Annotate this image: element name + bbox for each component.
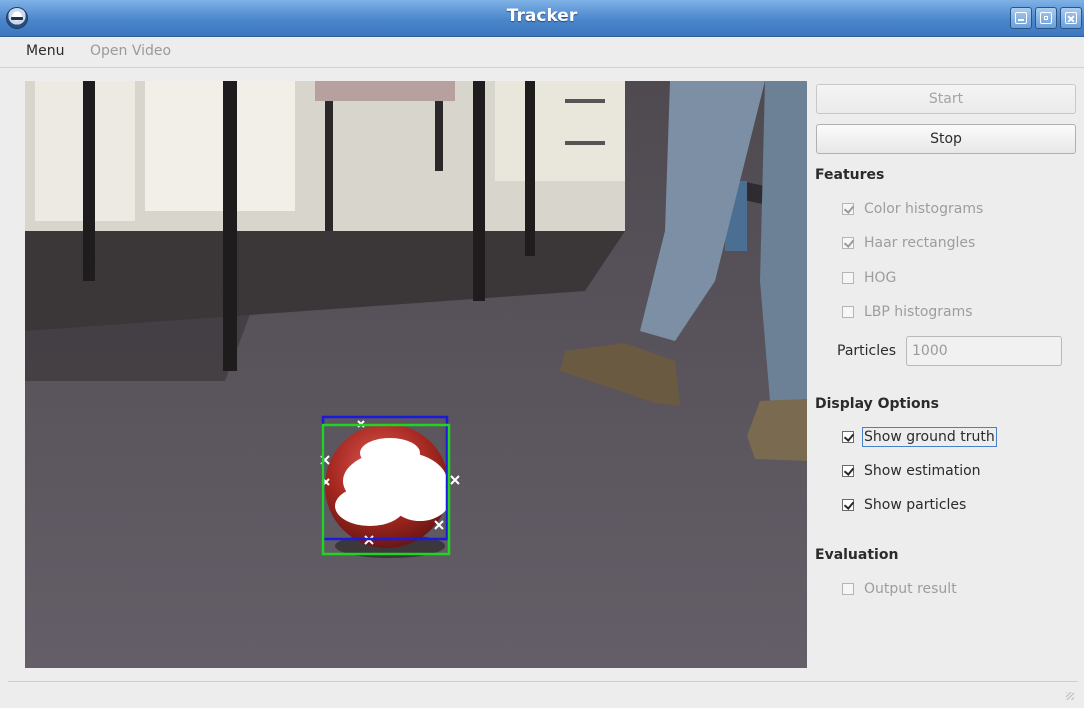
checkbox-label: Output result	[864, 581, 957, 597]
checkbox-checked-icon	[842, 465, 854, 477]
features-heading: Features	[815, 167, 885, 183]
status-bar	[8, 681, 1078, 704]
maximize-icon[interactable]	[1035, 7, 1057, 29]
start-button[interactable]: Start	[816, 84, 1076, 114]
hog-checkbox[interactable]: HOG	[842, 268, 896, 288]
lbp-histograms-checkbox[interactable]: LBP histograms	[842, 302, 973, 322]
window-title: Tracker	[506, 6, 578, 26]
checkbox-label: HOG	[864, 270, 897, 286]
checkbox-label: Color histograms	[864, 201, 984, 217]
menu-open-video[interactable]: Open Video	[90, 43, 171, 59]
haar-rectangles-checkbox[interactable]: Haar rectangles	[842, 233, 975, 253]
output-result-checkbox[interactable]: Output result	[842, 579, 957, 599]
particles-label: Particles	[837, 343, 897, 359]
checkbox-checked-icon	[842, 203, 854, 215]
color-histograms-checkbox[interactable]: Color histograms	[842, 199, 983, 219]
checkbox-checked-icon	[842, 431, 854, 443]
checkbox-checked-icon	[842, 499, 854, 511]
checkbox-label: Haar rectangles	[864, 235, 976, 251]
checkbox-label: LBP histograms	[864, 304, 973, 320]
particles-input[interactable]: 1000	[906, 336, 1062, 366]
resize-grip-icon[interactable]	[1066, 692, 1074, 700]
minimize-icon[interactable]	[1010, 7, 1032, 29]
show-ground-truth-checkbox[interactable]: Show ground truth	[842, 427, 997, 447]
window-controls	[1010, 7, 1082, 29]
evaluation-heading: Evaluation	[815, 547, 899, 563]
video-frame[interactable]	[25, 81, 807, 668]
checkbox-unchecked-icon	[842, 306, 854, 318]
checkbox-label: Show particles	[864, 497, 967, 513]
checkbox-label: Show ground truth	[862, 427, 997, 447]
checkbox-unchecked-icon	[842, 272, 854, 284]
video-scene	[25, 81, 807, 668]
title-bar[interactable]: Tracker	[0, 0, 1084, 37]
menu-bar: Menu Open Video	[0, 37, 1084, 68]
show-estimation-checkbox[interactable]: Show estimation	[842, 461, 981, 481]
stop-button[interactable]: Stop	[816, 124, 1076, 154]
close-icon[interactable]	[1060, 7, 1082, 29]
checkbox-checked-icon	[842, 237, 854, 249]
display-options-heading: Display Options	[815, 396, 939, 412]
checkbox-unchecked-icon	[842, 583, 854, 595]
checkbox-label: Show estimation	[864, 463, 981, 479]
show-particles-checkbox[interactable]: Show particles	[842, 495, 966, 515]
menu-menu[interactable]: Menu	[26, 43, 64, 59]
